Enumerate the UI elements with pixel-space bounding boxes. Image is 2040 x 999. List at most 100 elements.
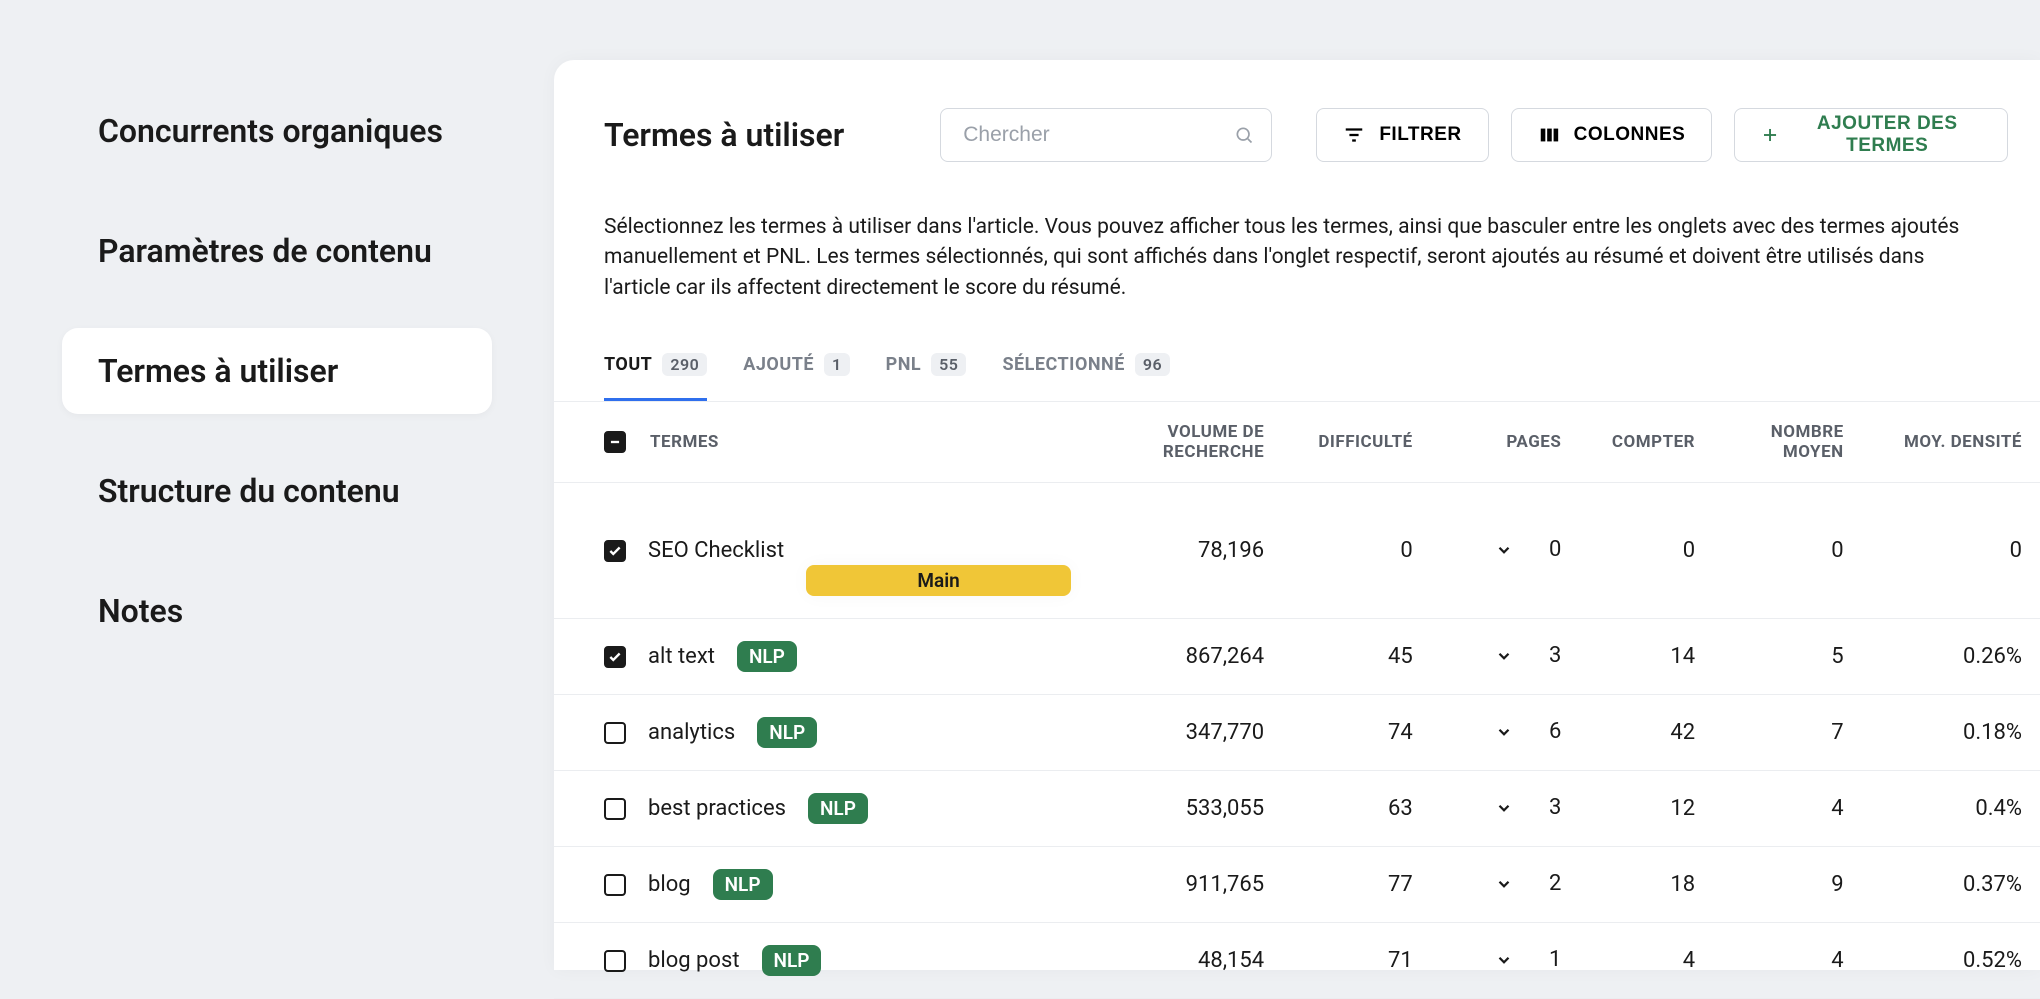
cell-volume: 347,770 [1089, 695, 1282, 771]
cell-volume: 867,264 [1089, 619, 1282, 695]
cell-avg-number: 5 [1713, 619, 1862, 695]
term-text: alt text [648, 644, 715, 669]
cell-volume: 48,154 [1089, 923, 1282, 999]
cell-difficulty: 0 [1282, 483, 1431, 619]
pages-value: 3 [1549, 795, 1561, 820]
chevron-down-icon [1495, 647, 1513, 665]
table-row: SEO ChecklistMain78,19600000 [554, 483, 2040, 619]
cell-count: 18 [1579, 847, 1713, 923]
chevron-down-icon [1495, 541, 1513, 559]
page-title: Termes à utiliser [604, 116, 844, 154]
cell-avg-number: 0 [1713, 483, 1862, 619]
main-panel: Termes à utiliser FILTRER COLONNES [554, 60, 2040, 970]
row-checkbox[interactable] [604, 646, 626, 668]
term-badge: NLP [757, 717, 817, 748]
pages-value: 0 [1549, 537, 1561, 562]
row-checkbox[interactable] [604, 540, 626, 562]
term-badge: NLP [713, 869, 773, 900]
columns-label: COLONNES [1574, 124, 1686, 146]
tab-label: PNL [886, 354, 922, 375]
cell-pages[interactable]: 3 [1431, 619, 1580, 695]
tab-2[interactable]: PNL 55 [886, 353, 967, 401]
col-header-pages[interactable]: PAGES [1431, 402, 1580, 483]
tabs: TOUT 290 AJOUTÉ1 PNL 55 SÉLECTIONNÉ96 [554, 317, 2040, 402]
cell-count: 42 [1579, 695, 1713, 771]
description-text: Sélectionnez les termes à utiliser dans … [554, 182, 2040, 317]
table-row: analytics NLP 347,7707464270.18% [554, 695, 2040, 771]
term-text: best practices [648, 796, 786, 821]
tab-3[interactable]: SÉLECTIONNÉ96 [1002, 353, 1170, 401]
cell-count: 4 [1579, 923, 1713, 999]
cell-difficulty: 71 [1282, 923, 1431, 999]
col-header-avg-density[interactable]: MOY. DENSITÉ [1862, 402, 2040, 483]
table-row: best practicesNLP533,0556331240.4% [554, 771, 2040, 847]
add-terms-label: AJOUTER DES TERMES [1793, 113, 1981, 157]
sidebar-item-1[interactable]: Paramètres de contenu [62, 208, 492, 294]
chevron-down-icon [1495, 875, 1513, 893]
tab-label: AJOUTÉ [743, 354, 814, 375]
select-all-checkbox[interactable] [604, 431, 626, 453]
cell-avg-number: 7 [1713, 695, 1862, 771]
tab-label: TOUT [604, 354, 652, 375]
term-text: SEO Checklist [648, 538, 784, 563]
sidebar-item-4[interactable]: Notes [62, 568, 492, 654]
cell-avg-density: 0.37% [1862, 847, 2040, 923]
chevron-down-icon [1495, 799, 1513, 817]
col-header-avg-number[interactable]: NOMBRE MOYEN [1713, 402, 1862, 483]
plus-icon [1761, 124, 1779, 146]
tab-count: 55 [931, 353, 966, 376]
sidebar-item-2[interactable]: Termes à utiliser [62, 328, 492, 414]
cell-pages[interactable]: 3 [1431, 771, 1580, 847]
tab-count: 290 [662, 353, 707, 376]
filter-label: FILTRER [1379, 124, 1461, 146]
columns-button[interactable]: COLONNES [1511, 108, 1713, 162]
term-badge: NLP [737, 641, 797, 672]
col-header-difficulty[interactable]: DIFFICULTÉ [1282, 402, 1431, 483]
cell-difficulty: 45 [1282, 619, 1431, 695]
sidebar: Concurrents organiques Paramètres de cont… [0, 0, 554, 970]
search-icon [1234, 125, 1254, 145]
cell-avg-density: 0.4% [1862, 771, 2040, 847]
pages-value: 3 [1549, 643, 1561, 668]
col-header-terms-label: TERMES [650, 432, 719, 452]
search-wrap [940, 108, 1272, 162]
table-row: blogNLP911,7657721890.37% [554, 847, 2040, 923]
tab-1[interactable]: AJOUTÉ1 [743, 353, 849, 401]
cell-count: 12 [1579, 771, 1713, 847]
cell-pages[interactable]: 2 [1431, 847, 1580, 923]
chevron-down-icon [1495, 951, 1513, 969]
cell-pages[interactable]: 6 [1431, 695, 1580, 771]
col-header-volume[interactable]: VOLUME DE RECHERCHE [1089, 402, 1282, 483]
cell-pages[interactable]: 0 [1431, 483, 1580, 619]
cell-avg-number: 9 [1713, 847, 1862, 923]
tab-0[interactable]: TOUT 290 [604, 353, 707, 401]
tab-count: 96 [1135, 353, 1170, 376]
filter-button[interactable]: FILTRER [1316, 108, 1488, 162]
cell-pages[interactable]: 1 [1431, 923, 1580, 999]
row-checkbox[interactable] [604, 798, 626, 820]
cell-difficulty: 74 [1282, 695, 1431, 771]
col-header-count[interactable]: COMPTER [1579, 402, 1713, 483]
filter-icon [1343, 124, 1365, 146]
row-checkbox[interactable] [604, 874, 626, 896]
columns-icon [1538, 124, 1560, 146]
row-checkbox[interactable] [604, 722, 626, 744]
cell-count: 0 [1579, 483, 1713, 619]
term-badge: Main [806, 565, 1071, 596]
row-checkbox[interactable] [604, 950, 626, 972]
terms-table-body: SEO ChecklistMain78,19600000alt textNLP8… [554, 483, 2040, 999]
sidebar-item-3[interactable]: Structure du contenu [62, 448, 492, 534]
term-badge: NLP [808, 793, 868, 824]
search-input[interactable] [940, 108, 1272, 162]
chevron-down-icon [1495, 723, 1513, 741]
sidebar-item-0[interactable]: Concurrents organiques [62, 88, 492, 174]
col-header-terms[interactable]: TERMES [554, 402, 1089, 483]
term-text: blog [648, 872, 691, 897]
term-text: analytics [648, 720, 735, 745]
cell-volume: 911,765 [1089, 847, 1282, 923]
cell-avg-density: 0.26% [1862, 619, 2040, 695]
table-row: blog postNLP48,154711440.52% [554, 923, 2040, 999]
cell-avg-density: 0.18% [1862, 695, 2040, 771]
table-row: alt textNLP867,2644531450.26% [554, 619, 2040, 695]
add-terms-button[interactable]: AJOUTER DES TERMES [1734, 108, 2008, 162]
